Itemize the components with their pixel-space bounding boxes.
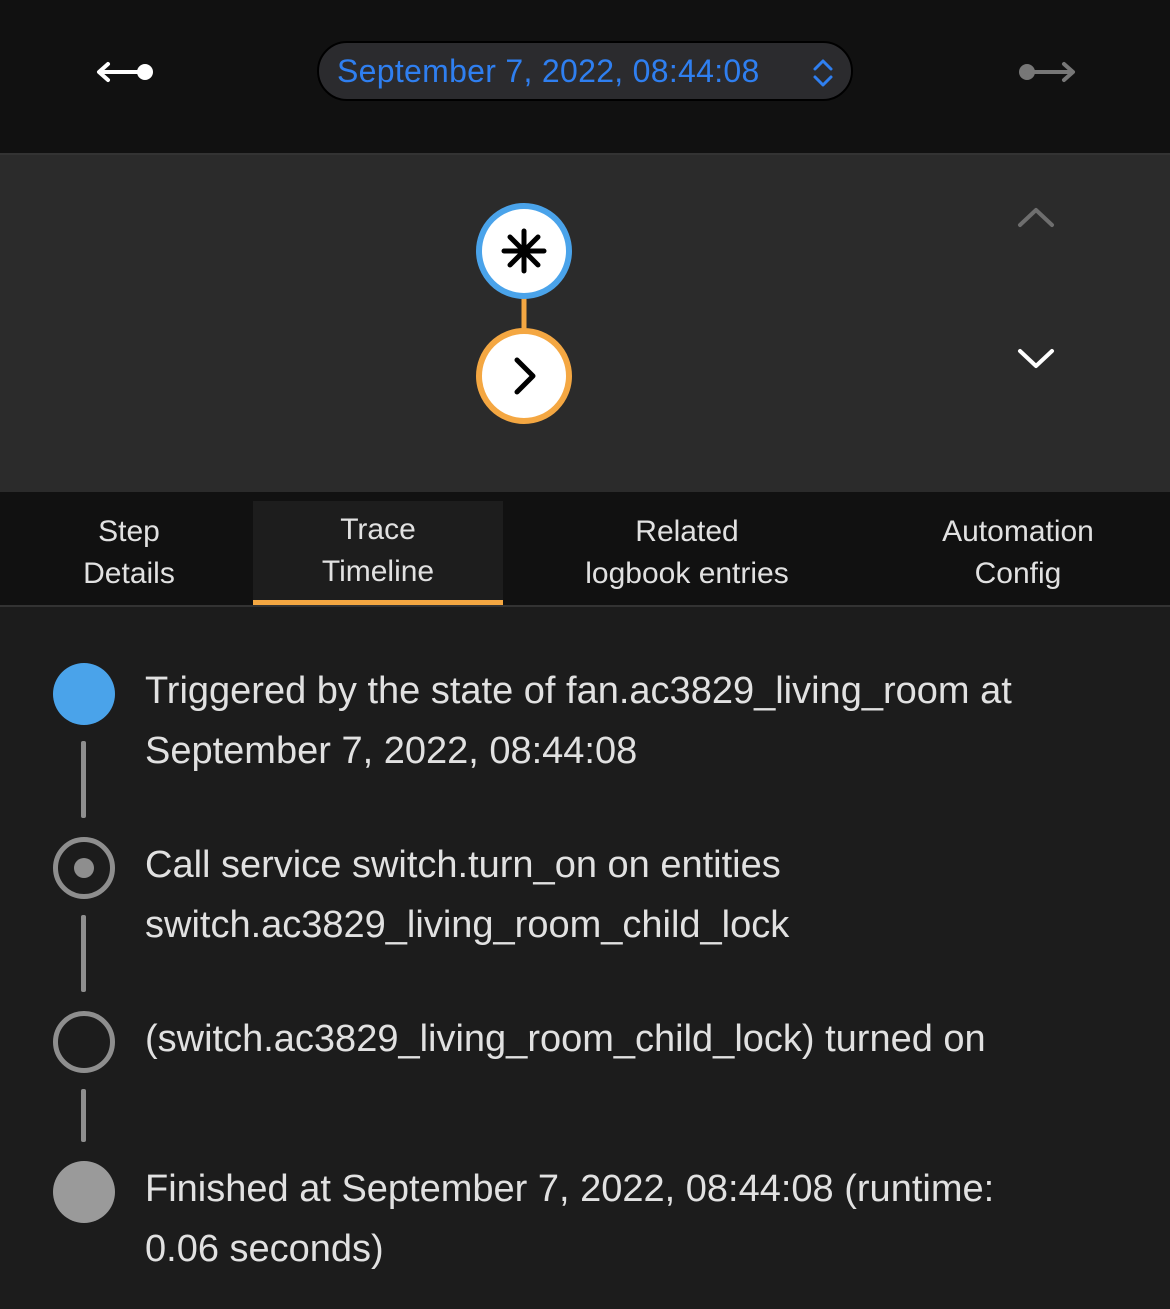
timeline-entry-line: September 7, 2022, 08:44:08 bbox=[145, 730, 638, 772]
chevron-down-icon bbox=[1018, 349, 1054, 368]
tab-label-line: Automation bbox=[942, 515, 1094, 548]
timeline-entry-line: Triggered by the state of fan.ac3829_liv… bbox=[145, 670, 1012, 712]
trace-timeline: Triggered by the state of fan.ac3829_liv… bbox=[0, 607, 1170, 1309]
trigger-node[interactable] bbox=[476, 203, 572, 299]
trace-tabs: Step Details Trace Timeline Related logb… bbox=[0, 492, 1170, 605]
timeline-entry-call-service: Call service switch.turn_on on entities … bbox=[145, 835, 1135, 955]
timeline-connector bbox=[81, 741, 86, 818]
tab-label-line: logbook entries bbox=[585, 557, 789, 590]
timeline-connector bbox=[81, 915, 86, 992]
trace-select-value: September 7, 2022, 08:44:08 bbox=[337, 52, 760, 89]
trace-select[interactable]: September 7, 2022, 08:44:08 bbox=[317, 41, 853, 101]
timeline-finished-dot bbox=[53, 1161, 115, 1223]
tab-automation-config[interactable]: Automation Config bbox=[880, 501, 1156, 605]
tab-trace-timeline[interactable]: Trace Timeline bbox=[253, 501, 503, 605]
previous-step-button[interactable] bbox=[1016, 205, 1078, 255]
timeline-entry-line: switch.ac3829_living_room_child_lock bbox=[145, 904, 790, 946]
timeline-entry-finished: Finished at September 7, 2022, 08:44:08 … bbox=[145, 1159, 1135, 1279]
tab-label-line: Details bbox=[83, 557, 175, 590]
asterisk-icon bbox=[501, 228, 547, 274]
tab-label-line: Trace bbox=[340, 512, 416, 546]
timeline-ring bbox=[53, 1011, 115, 1073]
timeline-entry-trigger: Triggered by the state of fan.ac3829_liv… bbox=[145, 661, 1135, 781]
trace-graph-canvas bbox=[476, 203, 572, 424]
tab-label-line: Config bbox=[974, 557, 1062, 590]
timeline-radio-dot bbox=[53, 837, 115, 899]
tab-related-logbook-entries[interactable]: Related logbook entries bbox=[540, 501, 834, 605]
timeline-entry-line: Call service switch.turn_on on entities bbox=[145, 844, 781, 886]
trace-toolbar: September 7, 2022, 08:44:08 bbox=[0, 0, 1170, 153]
timeline-entry-line: (switch.ac3829_living_room_child_lock) t… bbox=[145, 1018, 986, 1060]
tab-label-line: Timeline bbox=[321, 554, 435, 588]
arrow-left-to-dot-icon bbox=[97, 62, 153, 82]
tab-label-line: Related bbox=[635, 515, 739, 548]
tab-step-details[interactable]: Step Details bbox=[0, 501, 258, 605]
next-step-button[interactable] bbox=[1016, 347, 1078, 397]
timeline-trigger-dot bbox=[53, 663, 115, 725]
trace-graph bbox=[0, 155, 1170, 492]
arrow-right-from-dot-icon bbox=[1019, 62, 1075, 82]
tab-label-line: Step bbox=[98, 515, 160, 548]
timeline-connector bbox=[81, 1089, 86, 1142]
timeline-entry-line: Finished at September 7, 2022, 08:44:08 … bbox=[145, 1168, 995, 1210]
previous-trace-button[interactable] bbox=[76, 44, 166, 100]
action-node[interactable] bbox=[476, 328, 572, 424]
chevron-up-icon bbox=[1018, 208, 1054, 227]
timeline-entry-turned-on: (switch.ac3829_living_room_child_lock) t… bbox=[145, 1009, 1135, 1069]
next-trace-button[interactable] bbox=[1006, 44, 1096, 100]
timeline-entry-line: 0.06 seconds) bbox=[145, 1228, 384, 1270]
chevron-up-down-icon bbox=[813, 59, 833, 87]
